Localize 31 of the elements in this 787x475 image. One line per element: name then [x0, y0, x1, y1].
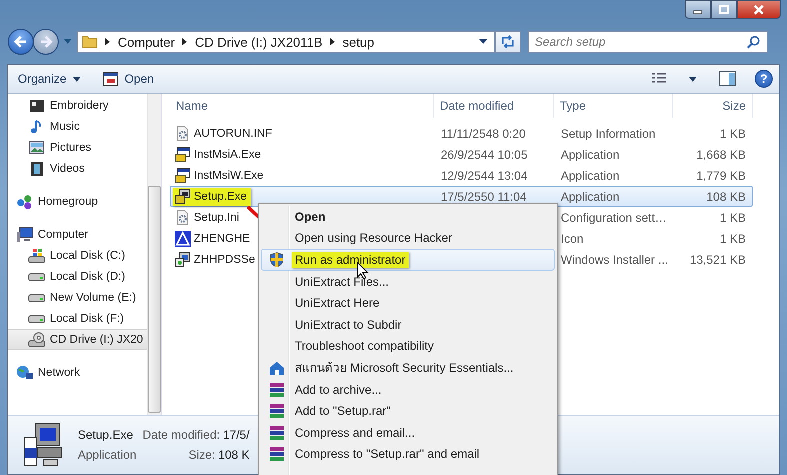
date-cell: 11/11/2548 0:20	[441, 126, 526, 140]
size-cell: 1 KB	[720, 232, 746, 246]
size-cell: 1 KB	[720, 126, 746, 140]
date-cell: 12/9/2544 13:04	[441, 168, 528, 182]
field-value: 17/5/	[223, 428, 250, 442]
type-cell: Application	[561, 190, 620, 204]
date-cell: 17/5/2550 11:04	[441, 190, 527, 204]
file-name: AUTORUN.INF	[194, 128, 272, 140]
file-name: Setup.Exe	[78, 428, 134, 442]
type-cell: Configuration sett…	[561, 210, 668, 224]
size-cell: 1,779 KB	[696, 168, 746, 182]
size-cell: 13,521 KB	[690, 252, 746, 266]
file-name: ZHHPDSSe	[194, 254, 256, 266]
file-name: ZHENGHE	[194, 232, 250, 244]
type-cell: Icon	[561, 232, 584, 246]
file-name: Setup.Exe	[194, 190, 248, 202]
size-cell: 108 KB	[706, 190, 746, 204]
field-label: Date modified:	[142, 428, 220, 442]
size-cell: 1,668 KB	[696, 148, 746, 162]
file-name: Setup.Ini	[194, 212, 240, 224]
type-cell: Application	[561, 148, 620, 162]
file-type: Application	[78, 448, 137, 462]
type-cell: Application	[561, 168, 620, 182]
type-cell: Setup Information	[561, 126, 656, 140]
field-value: 108 K	[218, 448, 250, 462]
size-cell: 1 KB	[720, 210, 746, 224]
date-cell: 26/9/2544 10:05	[441, 148, 528, 162]
file-name: InstMsiA.Exe	[194, 148, 262, 160]
type-cell: Windows Installer ...	[561, 252, 668, 266]
file-name: InstMsiW.Exe	[194, 170, 264, 182]
field-label: Size:	[188, 448, 216, 462]
